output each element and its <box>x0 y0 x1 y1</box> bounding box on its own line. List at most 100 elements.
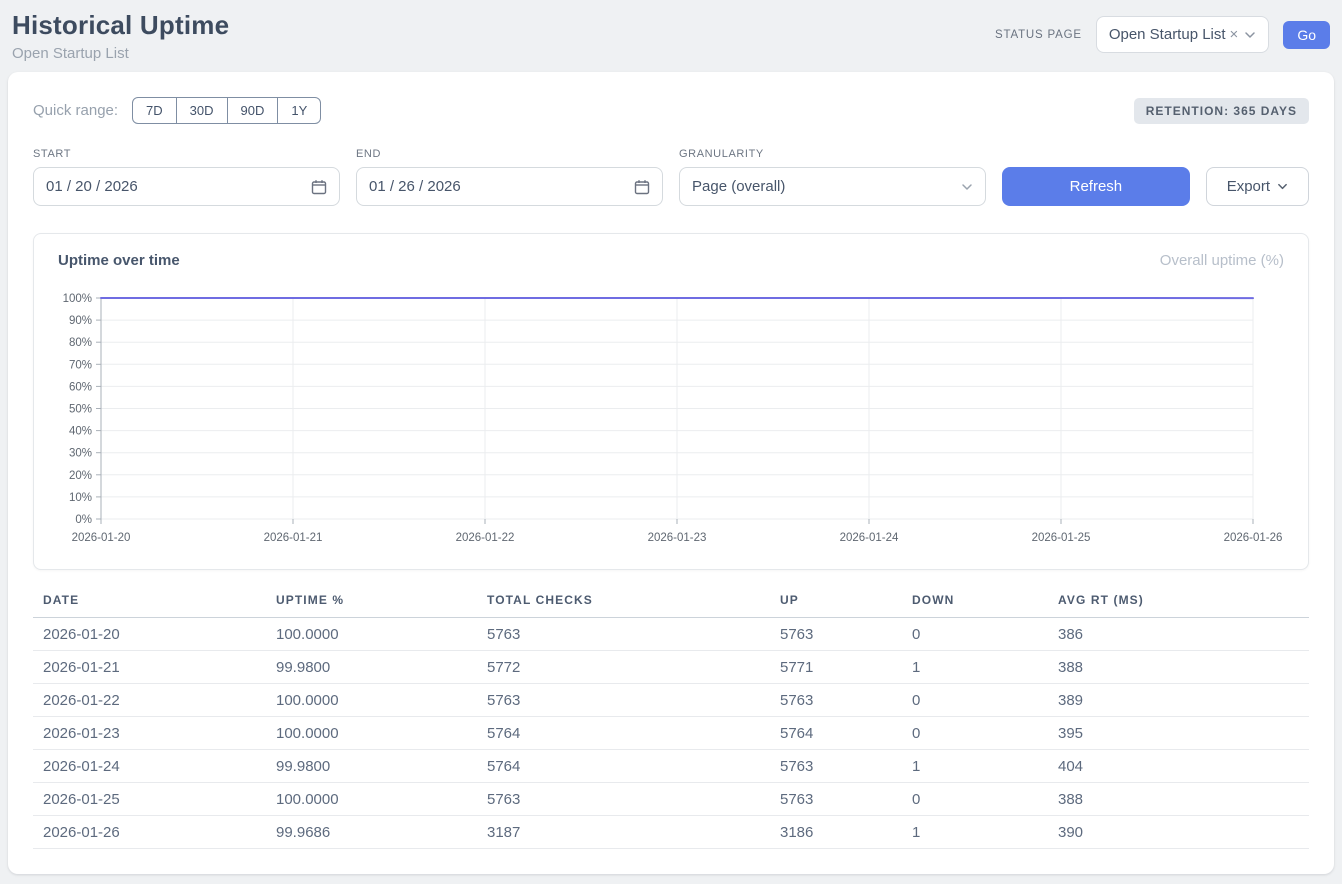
quick-range-1y-button[interactable]: 1Y <box>277 97 321 124</box>
svg-text:80%: 80% <box>69 337 92 349</box>
table-cell: 2026-01-22 <box>33 684 276 717</box>
svg-text:20%: 20% <box>69 470 92 482</box>
granularity-value: Page (overall) <box>692 178 785 195</box>
table-cell: 1 <box>912 750 1058 783</box>
status-page-select[interactable]: Open Startup List × <box>1096 16 1270 53</box>
table-cell: 2026-01-25 <box>33 783 276 816</box>
uptime-line-chart: 0%10%20%30%40%50%60%70%80%90%100%2026-01… <box>34 284 1309 564</box>
table-cell: 5763 <box>487 618 780 651</box>
uptime-table: DATEUPTIME %TOTAL CHECKSUPDOWNAVG RT (MS… <box>33 593 1309 849</box>
table-cell: 5763 <box>780 750 912 783</box>
column-header: UPTIME % <box>276 593 487 618</box>
table-cell: 390 <box>1058 816 1309 849</box>
quick-range-label: Quick range: <box>33 102 118 119</box>
calendar-icon[interactable] <box>311 179 327 195</box>
table-row: 2026-01-23100.0000576457640395 <box>33 717 1309 750</box>
clear-icon[interactable]: × <box>1230 26 1239 43</box>
table-cell: 5763 <box>780 618 912 651</box>
title-block: Historical Uptime Open Startup List <box>12 10 229 62</box>
table-header-row: DATEUPTIME %TOTAL CHECKSUPDOWNAVG RT (MS… <box>33 593 1309 618</box>
table-cell: 5763 <box>487 783 780 816</box>
table-cell: 5772 <box>487 651 780 684</box>
table-cell: 99.9800 <box>276 651 487 684</box>
table-body: 2026-01-20100.00005763576303862026-01-21… <box>33 618 1309 849</box>
table-cell: 388 <box>1058 651 1309 684</box>
chart-title: Uptime over time <box>58 252 180 269</box>
table-head: DATEUPTIME %TOTAL CHECKSUPDOWNAVG RT (MS… <box>33 593 1309 618</box>
table-cell: 100.0000 <box>276 618 487 651</box>
start-field-group: START 01 / 20 / 2026 <box>33 148 340 206</box>
table-row: 2026-01-2699.9686318731861390 <box>33 816 1309 849</box>
page-title: Historical Uptime <box>12 10 229 41</box>
svg-text:2026-01-22: 2026-01-22 <box>456 532 515 544</box>
table-cell: 404 <box>1058 750 1309 783</box>
table-cell: 0 <box>912 618 1058 651</box>
column-header: DATE <box>33 593 276 618</box>
table-cell: 5763 <box>780 783 912 816</box>
svg-text:10%: 10% <box>69 492 92 504</box>
granularity-label: GRANULARITY <box>679 148 986 160</box>
status-page-label: STATUS PAGE <box>995 29 1082 41</box>
svg-text:2026-01-25: 2026-01-25 <box>1032 532 1091 544</box>
granularity-field-group: GRANULARITY Page (overall) <box>679 148 986 206</box>
table-cell: 2026-01-26 <box>33 816 276 849</box>
table-cell: 2026-01-21 <box>33 651 276 684</box>
header-controls: STATUS PAGE Open Startup List × Go <box>995 10 1330 53</box>
svg-text:2026-01-20: 2026-01-20 <box>72 532 131 544</box>
table-cell: 0 <box>912 783 1058 816</box>
svg-text:90%: 90% <box>69 315 92 327</box>
start-date-input[interactable]: 01 / 20 / 2026 <box>33 167 340 206</box>
calendar-icon[interactable] <box>634 179 650 195</box>
table-cell: 2026-01-24 <box>33 750 276 783</box>
chart-header: Uptime over time Overall uptime (%) <box>34 234 1308 269</box>
go-button[interactable]: Go <box>1283 21 1330 49</box>
table-cell: 388 <box>1058 783 1309 816</box>
table-cell: 3187 <box>487 816 780 849</box>
end-date-value: 01 / 26 / 2026 <box>369 178 461 195</box>
chart-legend: Overall uptime (%) <box>1160 252 1284 269</box>
table-cell: 5764 <box>487 750 780 783</box>
filter-fields-row: START 01 / 20 / 2026 END 01 / 26 / 2026 … <box>33 148 1309 206</box>
uptime-chart-panel: Uptime over time Overall uptime (%) 0%10… <box>33 233 1309 570</box>
column-header: DOWN <box>912 593 1058 618</box>
quick-range-90d-button[interactable]: 90D <box>227 97 279 124</box>
table-cell: 99.9686 <box>276 816 487 849</box>
table-cell: 0 <box>912 684 1058 717</box>
chevron-down-icon <box>961 181 973 193</box>
svg-text:30%: 30% <box>69 448 92 460</box>
refresh-button[interactable]: Refresh <box>1002 167 1190 206</box>
quick-range-group: 7D30D90D1Y <box>132 97 321 124</box>
page-header: Historical Uptime Open Startup List STAT… <box>0 0 1342 72</box>
end-label: END <box>356 148 663 160</box>
table-cell: 100.0000 <box>276 717 487 750</box>
start-label: START <box>33 148 340 160</box>
quick-range-30d-button[interactable]: 30D <box>176 97 228 124</box>
table-row: 2026-01-25100.0000576357630388 <box>33 783 1309 816</box>
granularity-select[interactable]: Page (overall) <box>679 167 986 206</box>
chevron-down-icon <box>1244 29 1256 41</box>
chevron-down-icon <box>1277 181 1288 192</box>
table-cell: 5763 <box>780 684 912 717</box>
table-cell: 0 <box>912 717 1058 750</box>
quick-range-7d-button[interactable]: 7D <box>132 97 177 124</box>
table-cell: 2026-01-20 <box>33 618 276 651</box>
table-cell: 3186 <box>780 816 912 849</box>
table-cell: 389 <box>1058 684 1309 717</box>
table-row: 2026-01-20100.0000576357630386 <box>33 618 1309 651</box>
end-date-input[interactable]: 01 / 26 / 2026 <box>356 167 663 206</box>
end-field-group: END 01 / 26 / 2026 <box>356 148 663 206</box>
column-header: TOTAL CHECKS <box>487 593 780 618</box>
table-row: 2026-01-2199.9800577257711388 <box>33 651 1309 684</box>
page-subtitle: Open Startup List <box>12 45 229 62</box>
table-cell: 1 <box>912 651 1058 684</box>
export-button[interactable]: Export <box>1206 167 1309 206</box>
status-page-value: Open Startup List <box>1109 26 1226 43</box>
table-cell: 1 <box>912 816 1058 849</box>
svg-text:2026-01-24: 2026-01-24 <box>840 532 899 544</box>
export-label: Export <box>1227 178 1270 195</box>
main-card: Quick range: 7D30D90D1Y RETENTION: 365 D… <box>8 72 1334 874</box>
svg-text:2026-01-21: 2026-01-21 <box>264 532 323 544</box>
svg-text:2026-01-26: 2026-01-26 <box>1224 532 1283 544</box>
table-cell: 5764 <box>780 717 912 750</box>
svg-text:60%: 60% <box>69 381 92 393</box>
